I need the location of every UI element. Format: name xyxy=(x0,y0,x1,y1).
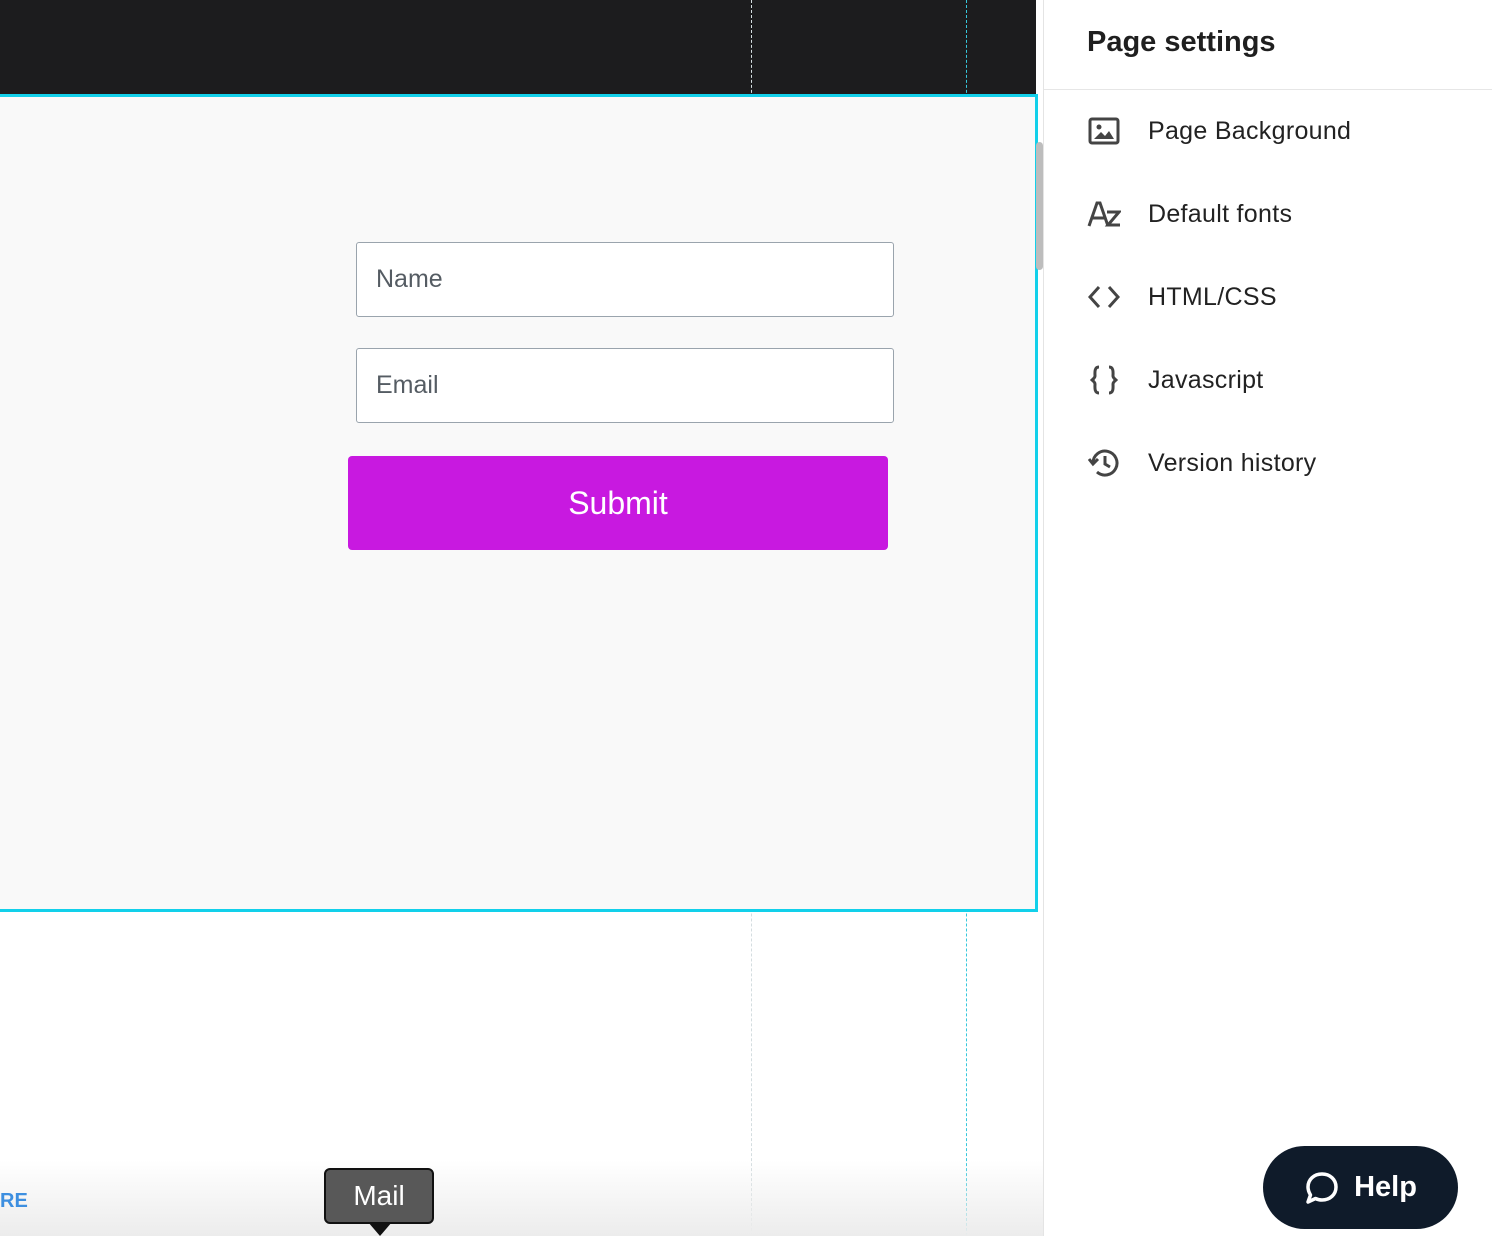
curly-braces-icon xyxy=(1086,362,1122,398)
name-field-placeholder: Name xyxy=(376,265,443,293)
settings-item-label: Default fonts xyxy=(1148,199,1293,228)
chat-bubble-icon xyxy=(1306,1171,1338,1204)
email-field-placeholder: Email xyxy=(376,371,439,399)
settings-item-html-css[interactable]: HTML/CSS xyxy=(1086,277,1277,317)
panel-divider-line xyxy=(1044,89,1492,90)
help-label: Help xyxy=(1354,1171,1417,1203)
settings-item-default-fonts[interactable]: Default fonts xyxy=(1086,194,1292,234)
settings-item-javascript[interactable]: Javascript xyxy=(1086,360,1264,400)
image-icon xyxy=(1086,113,1122,149)
settings-item-label: HTML/CSS xyxy=(1148,282,1277,311)
bottom-toolbar-fade xyxy=(0,1160,1043,1236)
settings-item-version-history[interactable]: Version history xyxy=(1086,443,1316,483)
settings-item-label: Page Background xyxy=(1148,116,1352,145)
font-az-icon xyxy=(1086,196,1122,232)
page-canvas[interactable]: Name Email Submit RE Mail xyxy=(0,0,1043,1236)
canvas-header-section[interactable] xyxy=(0,0,1036,95)
code-icon xyxy=(1086,279,1122,315)
settings-item-label: Javascript xyxy=(1148,365,1264,394)
mail-tooltip: Mail xyxy=(324,1168,434,1224)
panel-title: Page settings xyxy=(1087,26,1276,58)
page-settings-panel: Page settings Page Background Default fo… xyxy=(1044,0,1492,1236)
help-button[interactable]: Help xyxy=(1263,1146,1458,1229)
tooltip-pointer xyxy=(368,1222,392,1236)
email-field[interactable]: Email xyxy=(356,348,894,423)
settings-item-label: Version history xyxy=(1148,448,1317,477)
partial-link[interactable]: RE xyxy=(0,1190,28,1213)
canvas-scrollbar[interactable] xyxy=(1036,142,1043,270)
settings-item-page-background[interactable]: Page Background xyxy=(1086,111,1351,151)
history-icon xyxy=(1086,445,1122,481)
name-field[interactable]: Name xyxy=(356,242,894,317)
submit-button[interactable]: Submit xyxy=(348,456,888,550)
